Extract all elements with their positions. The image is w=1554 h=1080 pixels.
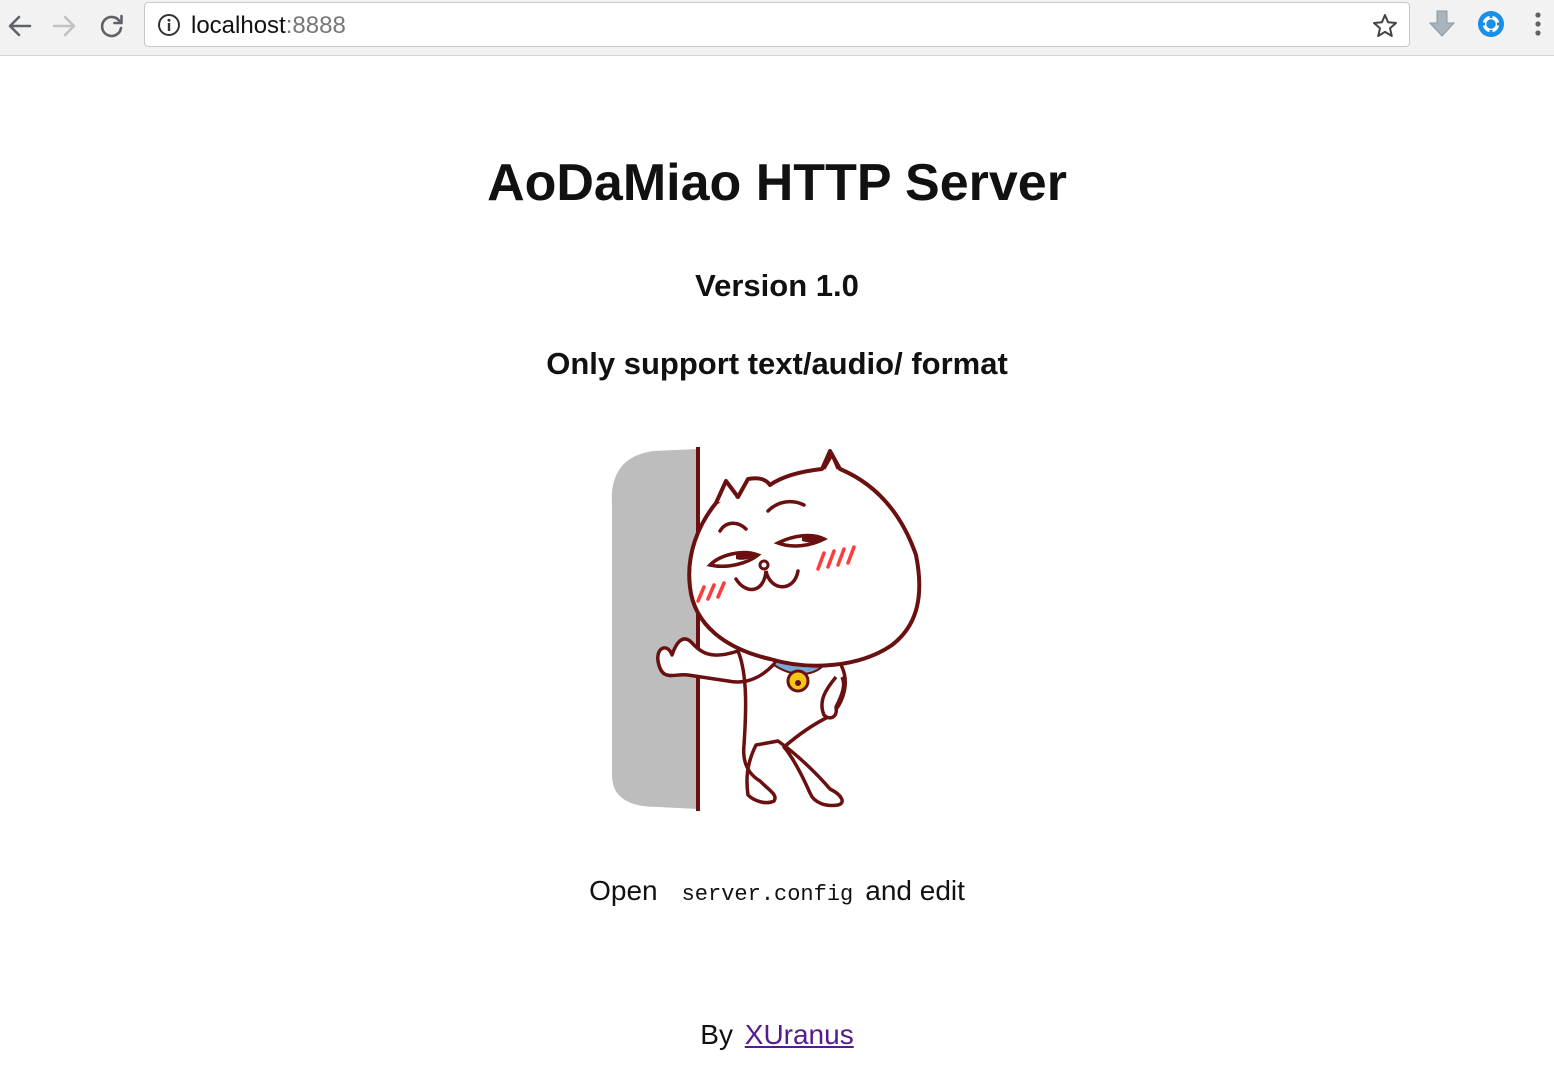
blue-circle-extension-icon [1476, 9, 1506, 44]
url-text[interactable]: localhost:8888 [191, 12, 346, 40]
info-icon[interactable] [157, 13, 181, 37]
page-title: AoDaMiao HTTP Server [487, 154, 1067, 212]
config-instruction: Open server.config and edit [0, 873, 1554, 913]
download-arrow-icon [1426, 8, 1458, 45]
star-icon[interactable] [1371, 12, 1399, 40]
reload-button[interactable] [92, 8, 132, 44]
version-heading: Version 1.0 [695, 268, 859, 303]
reload-icon [98, 12, 126, 40]
page-content: AoDaMiao HTTP Server Version 1.0 Only su… [0, 57, 1554, 1080]
support-heading: Only support text/audio/ format [546, 346, 1008, 381]
open-prefix: Open [589, 875, 658, 906]
open-suffix: and edit [865, 875, 965, 906]
browser-toolbar: localhost:8888 [0, 0, 1554, 56]
url-port: :8888 [285, 12, 346, 39]
vertical-dots-icon [1533, 10, 1543, 43]
arrow-right-icon [50, 12, 78, 40]
back-button[interactable] [0, 8, 40, 44]
blue-extension-button[interactable] [1473, 8, 1509, 44]
address-bar[interactable]: localhost:8888 [144, 2, 1410, 47]
browser-menu-button[interactable] [1522, 8, 1554, 44]
author-link[interactable]: XUranus [745, 1019, 854, 1050]
author-byline: By XUranus [0, 1017, 1554, 1053]
url-host: localhost [191, 12, 286, 39]
config-filename: server.config [681, 882, 854, 907]
cat-mascot-image [598, 445, 928, 817]
download-extension-button[interactable] [1424, 8, 1460, 44]
by-prefix: By [700, 1019, 733, 1050]
arrow-left-icon [6, 12, 34, 40]
forward-button[interactable] [44, 8, 84, 44]
